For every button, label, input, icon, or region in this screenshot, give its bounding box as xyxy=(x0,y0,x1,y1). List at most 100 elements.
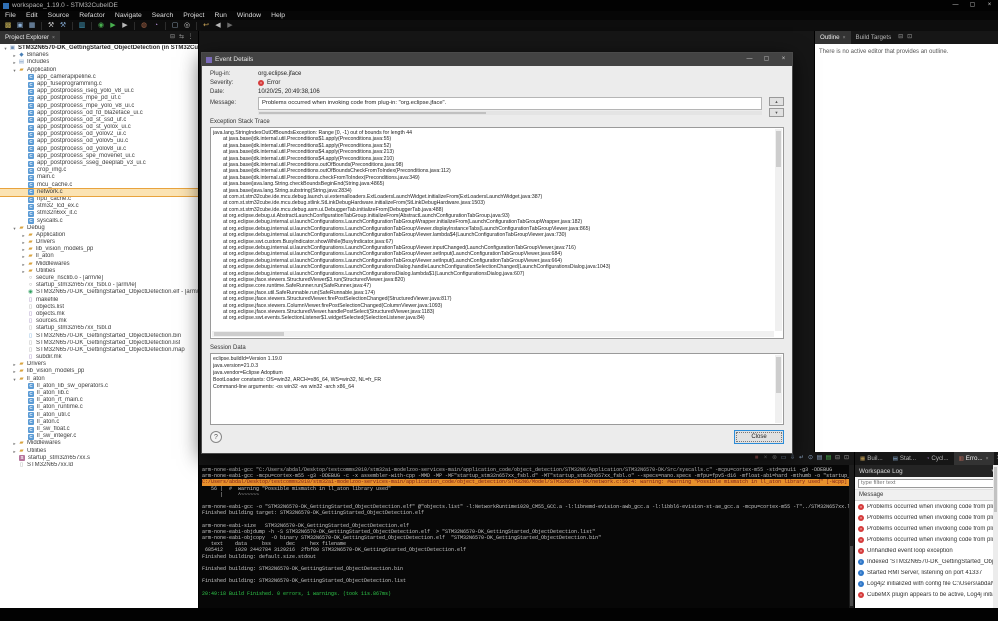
log-row[interactable]: ×Problems occurred when invoking code fr… xyxy=(855,501,998,512)
console-scrollbar[interactable] xyxy=(849,465,854,608)
tree-item[interactable]: Capp_postprocess_od_st_ssd_uf.c xyxy=(0,117,198,124)
collapse-arrow-icon[interactable]: ▾ xyxy=(11,67,18,74)
log-row[interactable]: ×Unhandled event loop exception xyxy=(855,545,998,556)
tree-item[interactable]: Cmcu_cache.c xyxy=(0,182,198,189)
expand-arrow-icon[interactable]: ▸ xyxy=(20,246,27,253)
tab-stat[interactable]: ▤Stat... xyxy=(888,452,921,465)
profile-icon[interactable]: ◔ xyxy=(151,21,161,31)
tab-build-targets[interactable]: Build Targets xyxy=(851,31,897,44)
export-log-icon[interactable]: ↥ xyxy=(994,452,998,465)
maximize-icon[interactable]: ⊡ xyxy=(842,452,851,465)
tree-item[interactable]: Capp_postprocess_od_yolov5_uu.c xyxy=(0,138,198,145)
display-selected-console-icon[interactable]: ▤ xyxy=(815,452,824,465)
tree-item[interactable]: ▸▰Utilities xyxy=(0,448,198,455)
tree-item[interactable]: Capp_postprocess_od_st_yolox_ui.c xyxy=(0,124,198,131)
tree-item[interactable]: ▯subdir.mk xyxy=(0,354,198,361)
new-c-cpp-icon[interactable]: ▢ xyxy=(170,21,180,31)
tree-item[interactable]: ▾▰Debug xyxy=(0,225,198,232)
log-row[interactable]: ×CubeMX plugin appears to be active, Log… xyxy=(855,589,998,600)
minimize-button[interactable]: — xyxy=(947,0,964,11)
previous-event-button[interactable]: ▲ xyxy=(769,97,784,106)
word-wrap-icon[interactable]: ↵ xyxy=(797,452,806,465)
expand-arrow-icon[interactable]: ▸ xyxy=(11,440,18,447)
tree-item[interactable]: Capp_camerapipeline.c xyxy=(0,74,198,81)
tree-item[interactable]: ▯STM32N657xx.ld xyxy=(0,462,198,469)
dialog-minimize-button[interactable]: — xyxy=(741,54,758,65)
tree-item[interactable]: Capp_postprocess_mpe_yolo_v8_ui.c xyxy=(0,103,198,110)
link-with-editor-icon[interactable]: ⇆ xyxy=(177,31,186,44)
minimize-icon[interactable]: ⊟ xyxy=(896,31,905,44)
tab-outline[interactable]: Outline× xyxy=(815,31,851,44)
message-value[interactable]: Problems occurred when invoking code fro… xyxy=(258,97,762,110)
tab-cycl[interactable]: ◔Cycl... xyxy=(921,452,954,465)
tree-item[interactable]: Cll_sw_integer.c xyxy=(0,433,198,440)
stack-hscrollbar[interactable] xyxy=(212,331,774,337)
tree-item[interactable]: Capp_postprocess_spe_movenet_ui.c xyxy=(0,153,198,160)
tree-item[interactable]: ▯STM32N6570-DK_GettingStarted_ObjectDete… xyxy=(0,333,198,340)
back-icon[interactable]: ◀ xyxy=(213,21,223,31)
tree-item[interactable]: Capp_postprocess_od_fd_blazeface_ui.c xyxy=(0,110,198,117)
log-row[interactable]: iStarted RMI Server, listening on port 4… xyxy=(855,567,998,578)
expand-arrow-icon[interactable]: ▸ xyxy=(20,232,27,239)
tree-item[interactable]: ▸▤Includes xyxy=(0,59,198,66)
collapse-arrow-icon[interactable]: ▾ xyxy=(11,376,18,383)
menu-run[interactable]: Run xyxy=(209,11,231,20)
tree-item[interactable]: Cstm32_lcd_ex.c xyxy=(0,203,198,210)
tree-item[interactable]: Cnetwork.c xyxy=(0,189,198,196)
tree-item[interactable]: ◉STM32N6570-DK_GettingStarted_ObjectDete… xyxy=(0,289,198,296)
tree-item[interactable]: ○startup_stm32n657xx_fsbl.o - [arm/le] xyxy=(0,282,198,289)
tree-item[interactable]: Capp_postprocess_mpe_pd_uf.c xyxy=(0,95,198,102)
menu-project[interactable]: Project xyxy=(178,11,209,20)
tree-item[interactable]: Sstartup_stm32n657xx.s xyxy=(0,455,198,462)
log-row[interactable]: ×Problems occurred when invoking code fr… xyxy=(855,523,998,534)
tree-item[interactable]: Capp_postprocess_iseg_yolo_v8_ui.c xyxy=(0,88,198,95)
expand-arrow-icon[interactable]: ▸ xyxy=(20,268,27,275)
tree-item[interactable]: ▸▰lib_vision_models_pp xyxy=(0,368,198,375)
log-row[interactable]: ×Problems occurred when invoking code fr… xyxy=(855,512,998,523)
session-data-box[interactable]: eclipse.buildId=Version 1.19.0java.versi… xyxy=(210,353,784,425)
expand-arrow-icon[interactable]: ▸ xyxy=(11,368,18,375)
log-row[interactable]: iIndexed 'STM32N6570-DK_GettingStarted_O… xyxy=(855,556,998,567)
expand-arrow-icon[interactable]: ▸ xyxy=(11,52,18,59)
scrollbar-thumb[interactable] xyxy=(214,332,284,336)
tree-item[interactable]: Cll_aton_lib_sw_operators.c xyxy=(0,383,198,390)
scrollbar-thumb[interactable] xyxy=(850,546,853,606)
tree-item[interactable]: ▸▰Application xyxy=(0,232,198,239)
tree-item[interactable]: ▾▣STM32N6570-DK_GettingStarted_ObjectDet… xyxy=(0,45,198,52)
expand-arrow-icon[interactable]: ▸ xyxy=(11,448,18,455)
log-row[interactable]: ×Problems occurred when invoking code fr… xyxy=(855,534,998,545)
menu-help[interactable]: Help xyxy=(266,11,290,20)
expand-arrow-icon[interactable]: ▸ xyxy=(11,361,18,368)
tree-item[interactable]: ▸▰ll_aton xyxy=(0,253,198,260)
expand-arrow-icon[interactable]: ▸ xyxy=(20,261,27,268)
menu-navigate[interactable]: Navigate xyxy=(110,11,147,20)
menu-refactor[interactable]: Refactor xyxy=(74,11,110,20)
last-edit-location-icon[interactable]: ↩ xyxy=(201,21,211,31)
dialog-close-button[interactable]: × xyxy=(775,54,792,65)
tree-item[interactable]: ▸▰lib_vision_models_pp xyxy=(0,246,198,253)
message-hscrollbar[interactable] xyxy=(258,111,762,115)
tree-item[interactable]: ▸▰Utilities xyxy=(0,268,198,275)
close-icon[interactable]: × xyxy=(843,35,846,41)
tree-item[interactable]: Ccrop_img.c xyxy=(0,167,198,174)
tree-item[interactable]: ▯objects.mk xyxy=(0,311,198,318)
dialog-maximize-button[interactable]: ▢ xyxy=(758,54,775,65)
maximize-icon[interactable]: ⊡ xyxy=(905,31,914,44)
menu-search[interactable]: Search xyxy=(147,11,179,20)
tree-item[interactable]: Cnpu_cache.c xyxy=(0,196,198,203)
tree-item[interactable]: ▯objects.list xyxy=(0,304,198,311)
menu-edit[interactable]: Edit xyxy=(21,11,43,20)
tree-item[interactable]: ▯startup_stm32n657xx_fsbl.d xyxy=(0,325,198,332)
tree-item[interactable]: ▸▰Drivers xyxy=(0,361,198,368)
menu-file[interactable]: File xyxy=(0,11,21,20)
device-configuration-tool-icon[interactable]: ▥ xyxy=(77,21,87,31)
scrollbar-thumb[interactable] xyxy=(259,112,486,114)
tree-item[interactable]: Capp_postprocess_od_yolov8_ui.c xyxy=(0,146,198,153)
tab-buil[interactable]: ▦Buil... xyxy=(855,452,888,465)
stack-trace-box[interactable]: java.lang.StringIndexOutOfBoundsExceptio… xyxy=(210,127,784,339)
run-icon[interactable]: ▶ xyxy=(108,21,118,31)
open-console-icon[interactable]: ▤ xyxy=(824,452,833,465)
tree-item[interactable]: ▸▰Middlewares xyxy=(0,261,198,268)
help-button[interactable]: ? xyxy=(210,431,222,443)
log-filter-input[interactable] xyxy=(858,479,995,488)
